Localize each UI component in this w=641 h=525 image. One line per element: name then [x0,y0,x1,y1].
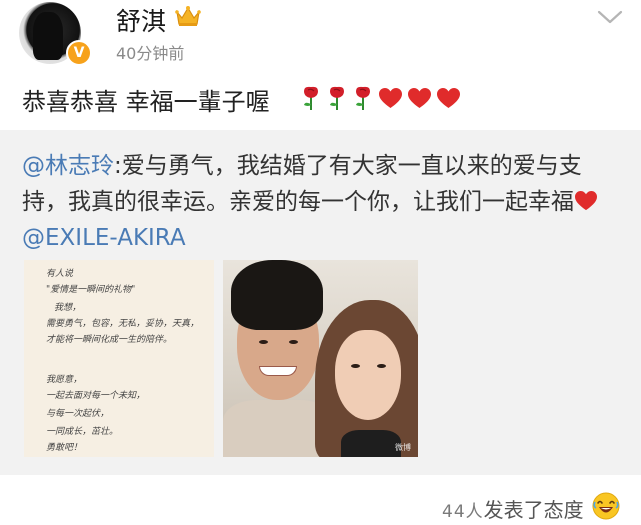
avatar-silhouette [33,12,63,60]
handwriting-line: 我愿意， [46,375,83,385]
photo-eye [377,364,386,368]
reaction-count: 44人 [442,502,484,522]
repost-body-part1: :爱与勇气，我结婚了 [114,153,329,179]
rose-icon [330,86,344,110]
chevron-down-icon[interactable] [596,8,624,26]
red-heart-icon [408,87,431,108]
photo-eye [289,340,298,344]
reaction-summary[interactable]: 44人发表了态度 [442,494,584,523]
repost-author-mention[interactable]: @林志玲 [22,153,114,179]
post-text: 恭喜恭喜 幸福一輩子喔 [22,88,270,116]
photo-hair [231,260,323,330]
verified-badge-icon: V [66,40,92,66]
handwriting-line: 需要勇气，包容，无私，妥协，天真， [46,319,200,329]
post-header: V 舒淇 40分钟前 [0,0,641,76]
red-heart-icon [575,190,597,211]
repost-text: @林志玲:爱与勇气，我结婚了有大家一直以来的爱与支持，我真的很幸运。亲爱的每一个… [22,148,627,256]
handwriting-line: 一起去面对每一个未知， [46,391,146,401]
repost-mention-akira[interactable]: @EXILE-AKIRA [22,225,186,251]
post-timestamp: 40分钟前 [116,44,185,63]
red-heart-icon [379,87,402,108]
handwritten-note-image[interactable]: 有人说 "爱情是一瞬间的礼物" 我想， 需要勇气，包容，无私，妥协，天真， 才能… [24,260,214,457]
handwriting-line: 一同成长，茁壮。 [46,427,119,437]
handwriting-line: 有人说 [46,269,74,279]
photo-eye [351,364,360,368]
handwriting-line: 勇敢吧！ [46,443,83,453]
reaction-text: 发表了态度 [483,498,584,522]
couple-photo[interactable]: 微博 [223,260,418,457]
photo-top [341,430,401,457]
laughing-face-icon[interactable] [592,492,620,520]
photo-face [335,330,401,420]
handwriting-line: "爱情是一瞬间的礼物" [46,285,136,295]
handwriting-line: 与每一次起伏， [46,409,110,419]
handwriting-line: 才能将一瞬间化成一生的陪伴。 [46,335,173,345]
photo-smile [259,366,297,376]
photo-eye [259,340,268,344]
handwriting-line: 我想， [54,303,82,313]
crown-icon [175,6,201,26]
username[interactable]: 舒淇 [116,2,166,38]
rose-icon [356,86,370,110]
post-emojis [300,84,461,112]
red-heart-icon [437,87,460,108]
rose-icon [304,86,318,110]
photo-watermark: 微博 [395,443,411,452]
